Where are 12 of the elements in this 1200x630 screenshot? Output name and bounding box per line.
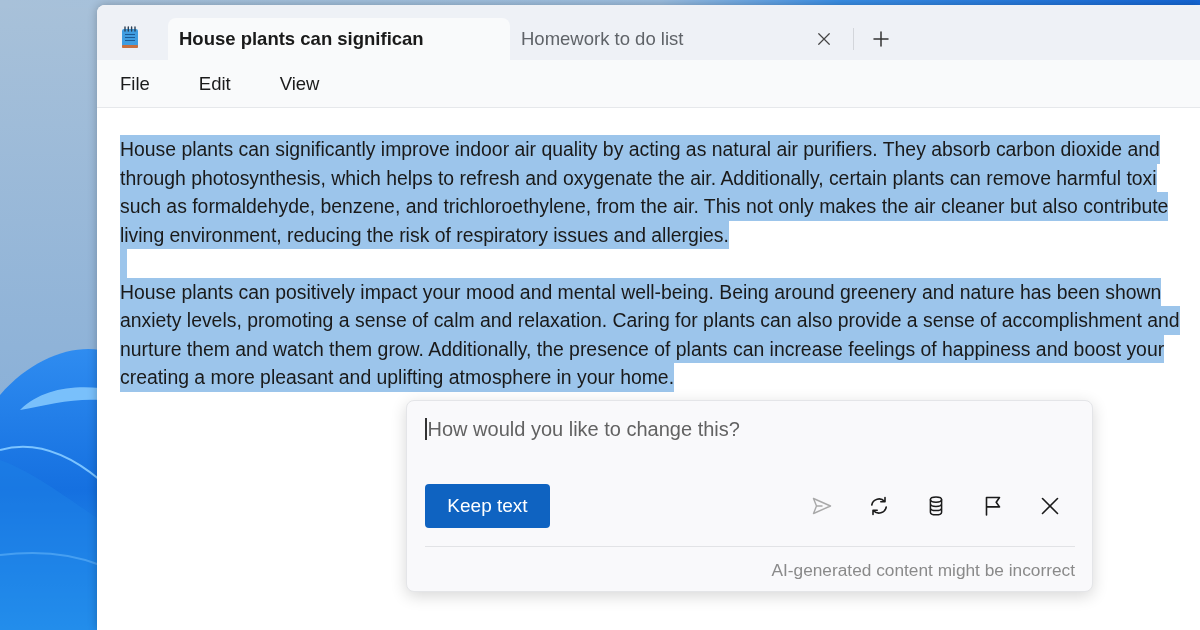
menu-item[interactable]: View [271,68,328,99]
disclaimer-text: AI-generated content might be incorrect [771,560,1075,580]
menu-item[interactable]: File [112,68,158,99]
notepad-icon [120,24,140,49]
plus-icon [873,31,889,47]
close-icon [817,32,831,46]
tab[interactable]: House plants can significan [168,18,510,60]
menu-item[interactable]: Edit [190,68,239,99]
tab[interactable]: Homework to do list [510,18,848,60]
prompt-input[interactable]: How would you like to change this? [426,416,1028,442]
keep-text-button[interactable]: Keep text [425,484,550,528]
text-cursor-icon [425,418,427,440]
